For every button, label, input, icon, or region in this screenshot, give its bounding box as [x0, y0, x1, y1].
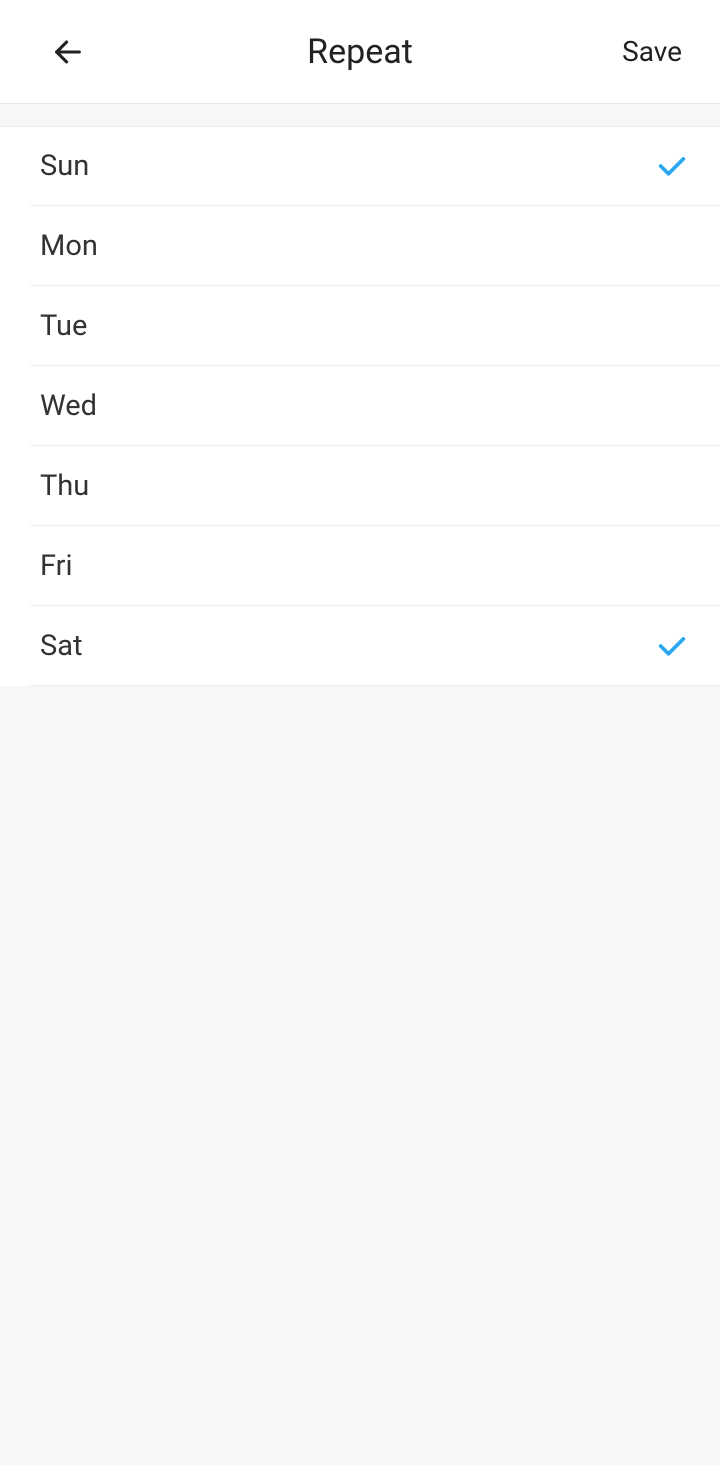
day-label: Mon — [40, 229, 98, 263]
days-list: Sun Mon Tue Wed Thu Fri Sat — [0, 126, 720, 686]
section-spacer — [0, 104, 720, 126]
day-row-tue[interactable]: Tue — [0, 286, 720, 366]
save-button[interactable]: Save — [614, 25, 690, 78]
day-row-wed[interactable]: Wed — [0, 366, 720, 446]
day-row-thu[interactable]: Thu — [0, 446, 720, 526]
day-label: Fri — [40, 549, 73, 583]
day-row-sat[interactable]: Sat — [0, 606, 720, 686]
check-icon — [654, 148, 690, 184]
day-row-fri[interactable]: Fri — [0, 526, 720, 606]
day-label: Sun — [40, 149, 89, 183]
check-icon — [654, 628, 690, 664]
day-label: Thu — [40, 469, 89, 503]
app-header: Repeat Save — [0, 0, 720, 104]
back-arrow-icon — [51, 35, 85, 69]
day-row-mon[interactable]: Mon — [0, 206, 720, 286]
back-button[interactable] — [40, 24, 96, 80]
day-row-sun[interactable]: Sun — [0, 126, 720, 206]
day-label: Tue — [40, 309, 87, 343]
day-label: Wed — [40, 389, 97, 423]
day-label: Sat — [40, 629, 82, 663]
page-title: Repeat — [307, 32, 413, 72]
